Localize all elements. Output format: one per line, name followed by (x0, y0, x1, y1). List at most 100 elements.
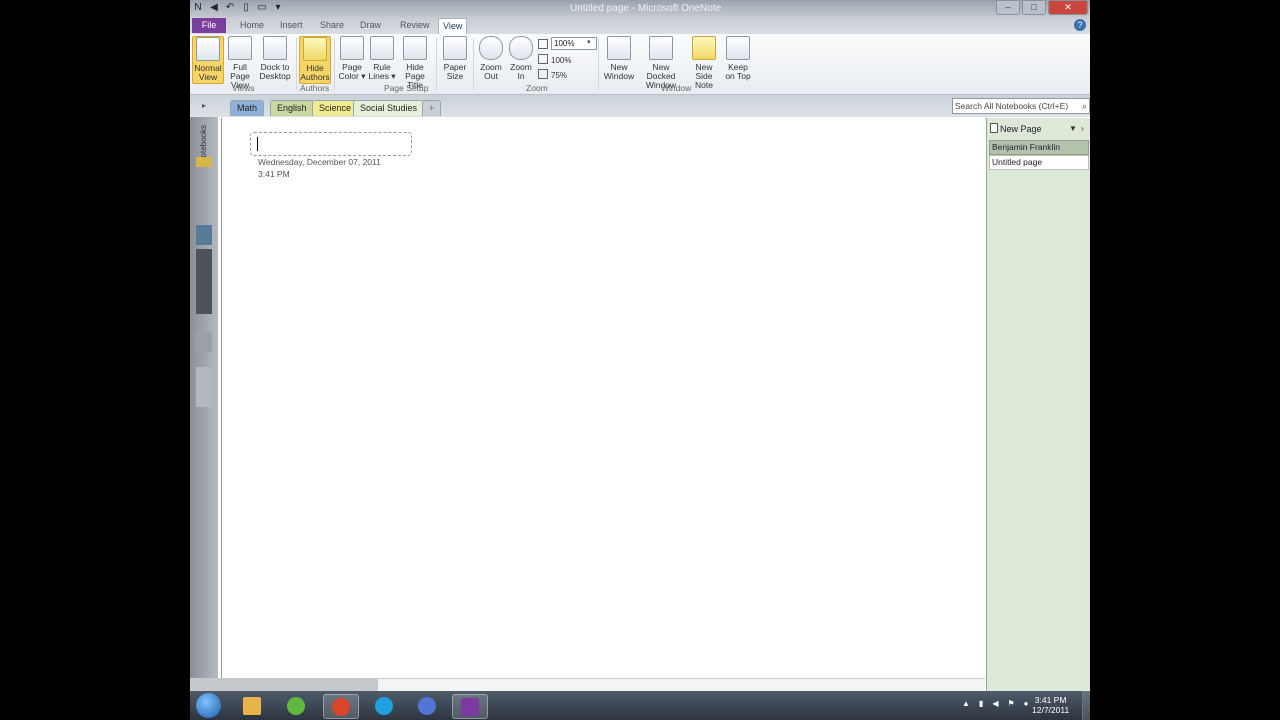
back-icon[interactable]: ◀ (208, 2, 220, 14)
ribbon-view: Normal View Full Page View Dock to Desktop … (190, 34, 1090, 95)
group-label-views: Views (232, 83, 255, 93)
zoom-dropdown-icon[interactable]: ▾ (587, 38, 591, 46)
new-docked-window-button[interactable]: New Docked Window (638, 36, 684, 90)
new-docked-window-icon (649, 36, 673, 60)
new-side-note-button[interactable]: New Side Note (686, 36, 722, 90)
taskbar-chrome[interactable] (323, 694, 359, 719)
action-center-icon[interactable]: ⚑ (1007, 699, 1014, 708)
section-tab-social-studies[interactable]: Social Studies (353, 100, 425, 116)
minimize-button[interactable]: – (996, 0, 1020, 15)
group-label-page-setup: Page Setup (384, 83, 429, 93)
tab-review[interactable]: Review (396, 18, 434, 33)
zoom-75-button[interactable]: 75% (538, 69, 567, 80)
title-bar: N ◀ ↶ ▯ ▭ ▾ Untitled page - Microsoft On… (190, 0, 1090, 17)
app-tray-icon[interactable]: ● (1024, 699, 1029, 708)
page-tabs-pane: New Page ▼ › Benjamin Franklin Untitled … (986, 118, 1090, 692)
group-label-authors: Authors (300, 83, 330, 93)
page-time: 3:41 PM (258, 169, 290, 179)
tab-share[interactable]: Share (316, 18, 348, 33)
text-caret (257, 137, 258, 151)
zoom-75-icon (538, 69, 548, 79)
chrome-icon (332, 697, 350, 716)
page-title-input[interactable] (250, 132, 412, 156)
page-date: Wednesday, December 07, 2011 (258, 157, 381, 167)
system-tray: ▲ ▮ ◀ ⚑ ● (962, 699, 1029, 708)
dock-to-desktop-button[interactable]: Dock to Desktop (258, 36, 292, 81)
paper-size-button[interactable]: Paper Size (440, 36, 470, 81)
section-tab-math[interactable]: Math (230, 100, 265, 116)
collapse-page-tabs-icon[interactable]: › (1081, 124, 1084, 133)
section-tab-science[interactable]: Science (312, 100, 359, 116)
taskbar-spotify[interactable] (279, 694, 313, 717)
tab-draw[interactable]: Draw (356, 18, 385, 33)
network-icon[interactable]: ▮ (979, 699, 983, 708)
keep-on-top-button[interactable]: Keep on Top (723, 36, 753, 81)
zoom-out-icon (479, 36, 503, 60)
start-button[interactable] (196, 693, 221, 718)
search-input[interactable]: Search All Notebooks (Ctrl+E) ⌕ (952, 98, 1090, 114)
expand-nav-icon[interactable]: ▸ (202, 101, 206, 110)
search-icon[interactable]: ⌕ (1082, 99, 1087, 113)
new-page-button[interactable]: New Page (990, 123, 1042, 134)
nav-block (196, 367, 212, 407)
new-window-icon (607, 36, 631, 60)
full-page-icon[interactable]: ▭ (256, 2, 268, 14)
undo-icon[interactable]: ↶ (224, 2, 236, 14)
windows-taskbar: ▲ ▮ ◀ ⚑ ● 3:41 PM 12/7/2011 (190, 691, 1090, 720)
section-tab-english[interactable]: English (270, 100, 314, 116)
page-canvas[interactable]: Wednesday, December 07, 2011 3:41 PM (221, 118, 989, 678)
taskbar-itunes[interactable] (410, 694, 444, 717)
tray-expand-icon[interactable]: ▲ (962, 699, 970, 708)
clock-date: 12/7/2011 (1032, 705, 1070, 715)
zoom-in-button[interactable]: Zoom In (506, 36, 536, 81)
spotify-icon (287, 696, 305, 715)
normal-view-button[interactable]: Normal View (192, 36, 224, 84)
taskbar-explorer[interactable] (235, 694, 269, 717)
show-desktop-button[interactable] (1082, 691, 1090, 720)
hide-authors-icon (303, 37, 327, 61)
notebook-nav-pane[interactable]: Notebooks (190, 117, 218, 692)
full-page-view-button[interactable]: Full Page View (224, 36, 256, 90)
zoom-100-button[interactable]: 100% (538, 54, 571, 65)
rule-lines-icon (370, 36, 394, 60)
skype-icon (375, 696, 393, 715)
taskbar-onenote[interactable] (452, 694, 488, 719)
close-button[interactable]: ✕ (1048, 0, 1088, 15)
customize-icon[interactable]: ▾ (272, 2, 284, 14)
group-label-window: Window (661, 83, 692, 93)
tab-insert[interactable]: Insert (276, 18, 307, 33)
new-section-tab[interactable]: + (422, 100, 442, 116)
new-page-dropdown-icon[interactable]: ▼ (1069, 124, 1077, 133)
hide-page-title-button[interactable]: Hide Page Title (397, 36, 433, 90)
pin-icon (726, 36, 750, 60)
nav-scroll-block (196, 249, 212, 314)
tab-file[interactable]: File (192, 18, 226, 33)
tab-view[interactable]: View (438, 18, 468, 35)
taskbar-skype[interactable] (367, 694, 401, 717)
page-color-button[interactable]: Page Color ▾ (337, 36, 367, 81)
page-tab-untitled[interactable]: Untitled page (989, 155, 1089, 170)
rule-lines-button[interactable]: Rule Lines ▾ (367, 36, 397, 81)
new-window-button[interactable]: New Window (602, 36, 636, 81)
clock-time: 3:41 PM (1034, 695, 1067, 705)
tab-home[interactable]: Home (236, 18, 268, 33)
help-icon[interactable]: ? (1074, 19, 1086, 31)
group-separator (473, 38, 474, 90)
group-separator (436, 38, 437, 90)
taskbar-clock[interactable]: 3:41 PM 12/7/2011 (1032, 695, 1069, 715)
paper-size-icon (443, 36, 467, 60)
page-tab-benjamin-franklin[interactable]: Benjamin Franklin (989, 140, 1089, 155)
zoom-out-button[interactable]: Zoom Out (476, 36, 506, 81)
onenote-window: N ◀ ↶ ▯ ▭ ▾ Untitled page - Microsoft On… (190, 0, 1090, 720)
maximize-button[interactable]: □ (1022, 0, 1046, 15)
nav-pane-bottom (190, 678, 378, 691)
hide-authors-button[interactable]: Hide Authors (299, 36, 331, 84)
dock-icon[interactable]: ▯ (240, 2, 252, 14)
notebook-icon[interactable] (196, 225, 212, 245)
group-label-zoom: Zoom (526, 83, 548, 93)
notebook-icon[interactable] (196, 157, 212, 167)
new-page-icon (990, 123, 998, 133)
full-page-view-icon (228, 36, 252, 60)
volume-icon[interactable]: ◀ (992, 699, 998, 708)
onenote-icon[interactable]: N (192, 2, 204, 14)
